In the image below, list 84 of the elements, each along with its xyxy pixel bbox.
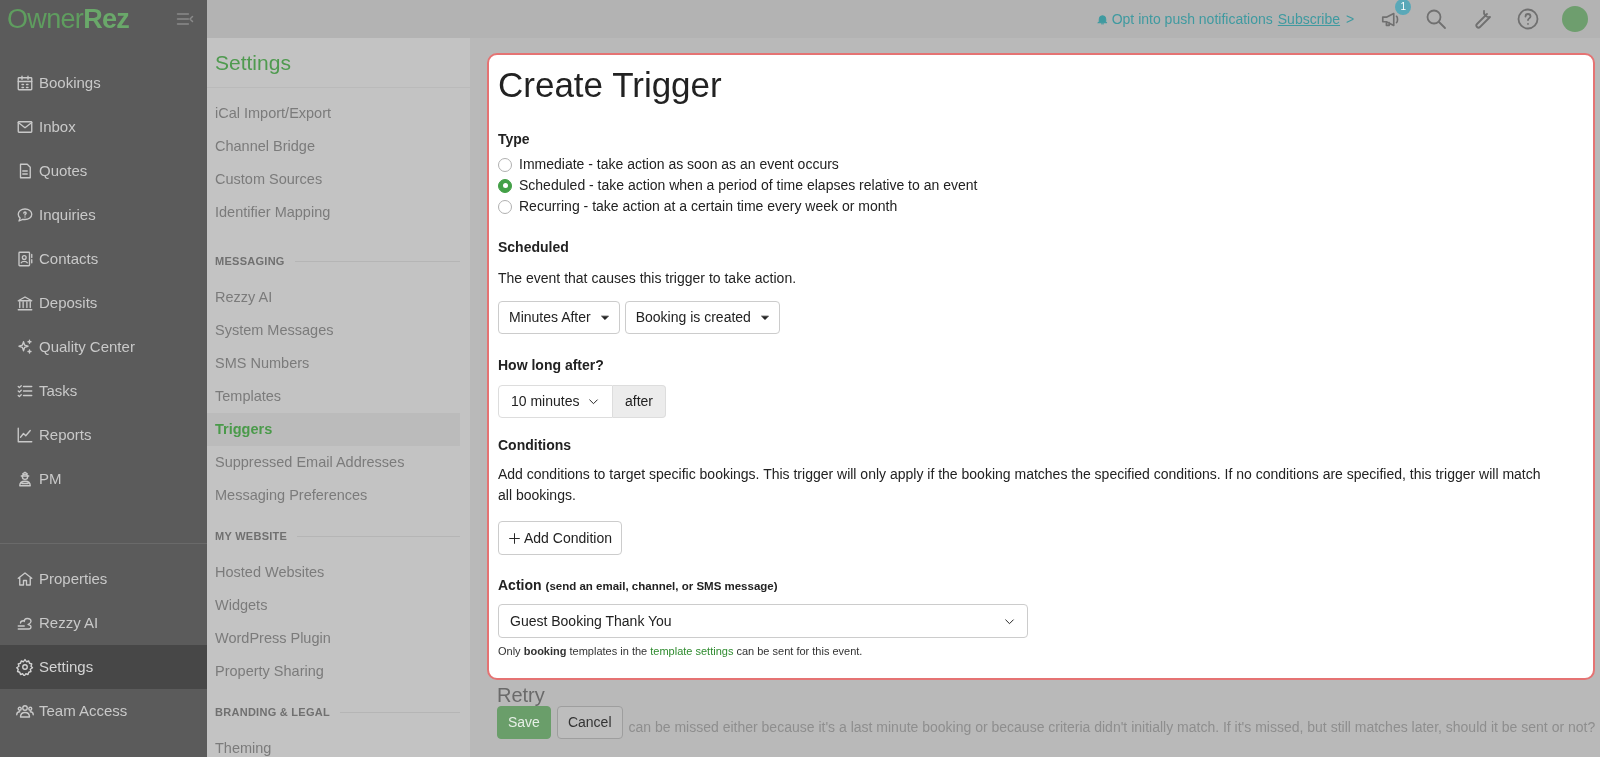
contact-card-icon [16, 250, 34, 268]
field-label: Action [498, 576, 542, 595]
settings-nav-item[interactable]: Templates [215, 380, 460, 413]
sidebar-item[interactable]: Properties [0, 557, 207, 601]
house-icon [16, 570, 34, 588]
sidebar-item[interactable]: Settings [0, 645, 207, 689]
search-button[interactable] [1424, 7, 1449, 31]
bank-icon [16, 294, 34, 312]
settings-nav-item[interactable]: Suppressed Email Addresses [215, 446, 460, 479]
dropdown-button[interactable]: Booking is created [624, 301, 780, 334]
notification-badge: 1 [1395, 0, 1412, 15]
bell-icon [1095, 12, 1109, 26]
line-chart-icon [16, 426, 34, 444]
nav-section-heading: MY WEBSITE [215, 528, 288, 544]
field-label: Type [498, 130, 531, 149]
radio-button[interactable] [498, 178, 512, 193]
logo: OwnerRez [7, 5, 130, 33]
sidebar-item[interactable]: Tasks [0, 369, 207, 413]
sidebar-item[interactable]: Contacts [0, 237, 207, 281]
sidebar-item[interactable]: Inbox [0, 105, 207, 149]
settings-nav-item[interactable]: Property Sharing [215, 655, 460, 688]
settings-nav-item[interactable]: Rezzy AI [215, 281, 460, 314]
field-label: Scheduled [498, 238, 570, 257]
sparkle-icon [16, 338, 34, 356]
settings-nav-item[interactable]: SMS Numbers [215, 347, 460, 380]
dropdown-button[interactable]: Minutes After [498, 301, 620, 334]
notification-prompt: Opt into push notifications [1111, 9, 1273, 29]
settings-nav-item[interactable]: Identifier Mapping [215, 196, 460, 229]
worker-icon [16, 470, 34, 488]
people-icon [16, 702, 34, 720]
field-hint: (send an email, channel, or SMS message) [545, 579, 778, 594]
field-label: Conditions [498, 436, 573, 455]
action-select[interactable]: Guest Booking Thank You [498, 604, 1028, 638]
duration-select[interactable]: 10 minutes [498, 385, 613, 418]
settings-nav-item[interactable]: Channel Bridge [215, 130, 460, 163]
section-heading: Retry [497, 683, 546, 707]
radio-button[interactable] [498, 157, 512, 172]
sidebar-item[interactable]: Inquiries [0, 193, 207, 237]
caret-icon [760, 313, 769, 322]
speech-bubble-icon [16, 206, 34, 224]
settings-nav-item[interactable]: iCal Import/Export [215, 97, 460, 130]
form-button[interactable]: Save [497, 706, 551, 739]
form-button[interactable]: Cancel [556, 706, 623, 739]
sidebar-item[interactable]: Rezzy AI [0, 601, 207, 645]
settings-nav-item[interactable]: Widgets [215, 589, 460, 622]
settings-nav-item[interactable]: WordPress Plugin [215, 622, 460, 655]
sidebar-item[interactable]: Quotes [0, 149, 207, 193]
add-condition-button[interactable]: Add Condition [498, 521, 622, 555]
caret-icon [600, 313, 609, 322]
sidebar-item[interactable]: Quality Center [0, 325, 207, 369]
settings-nav-item[interactable]: Custom Sources [215, 163, 460, 196]
settings-nav-item[interactable]: Hosted Websites [215, 556, 460, 589]
settings-nav-item[interactable]: Messaging Preferences [215, 479, 460, 512]
sidebar-item[interactable]: PM [0, 457, 207, 501]
template-settings-link[interactable]: template settings [650, 645, 734, 657]
radio-label: Recurring - take action at a certain time every week or month [519, 197, 898, 216]
section-title: Settings [215, 49, 291, 76]
radio-label: Scheduled - take action when a period of time elapses relative to an event [519, 176, 978, 195]
field-description: Add conditions to target specific bookings. This trigger will only apply if the booking matches the specified conditions. If no conditions are specified, this trigger will match all bookings. [498, 465, 1542, 505]
field-description: The event that causes this trigger to take action. [498, 269, 798, 288]
input-addon: after [613, 385, 666, 418]
nav-section-heading: MESSAGING [215, 253, 285, 269]
help-button[interactable] [1516, 7, 1541, 31]
settings-nav-item[interactable]: System Messages [215, 314, 460, 347]
nav-section-heading: BRANDING & LEGAL [215, 704, 330, 720]
checklist-icon [16, 382, 34, 400]
help-text: Only booking templates in the template settings can be sent for this event. [498, 644, 864, 659]
plus-icon [508, 531, 521, 545]
gear-icon [16, 658, 34, 676]
sidebar-item[interactable]: Bookings [0, 61, 207, 105]
settings-nav-item[interactable]: Theming [215, 732, 460, 757]
calendar-icon [16, 74, 34, 92]
user-avatar[interactable] [1562, 6, 1589, 32]
field-label: How long after? [498, 356, 605, 375]
sidebar-item[interactable]: Team Access [0, 689, 207, 733]
chevron-icon: > [1346, 8, 1355, 30]
radio-label: Immediate - take action as soon as an event occurs [519, 155, 839, 174]
page-title: Create Trigger [498, 64, 723, 106]
sidebar-item[interactable]: Deposits [0, 281, 207, 325]
radio-button[interactable] [498, 199, 512, 214]
sidebar-item[interactable]: Reports [0, 413, 207, 457]
help-icon [1516, 7, 1541, 31]
envelope-icon [16, 118, 34, 136]
search-icon [1424, 7, 1449, 31]
